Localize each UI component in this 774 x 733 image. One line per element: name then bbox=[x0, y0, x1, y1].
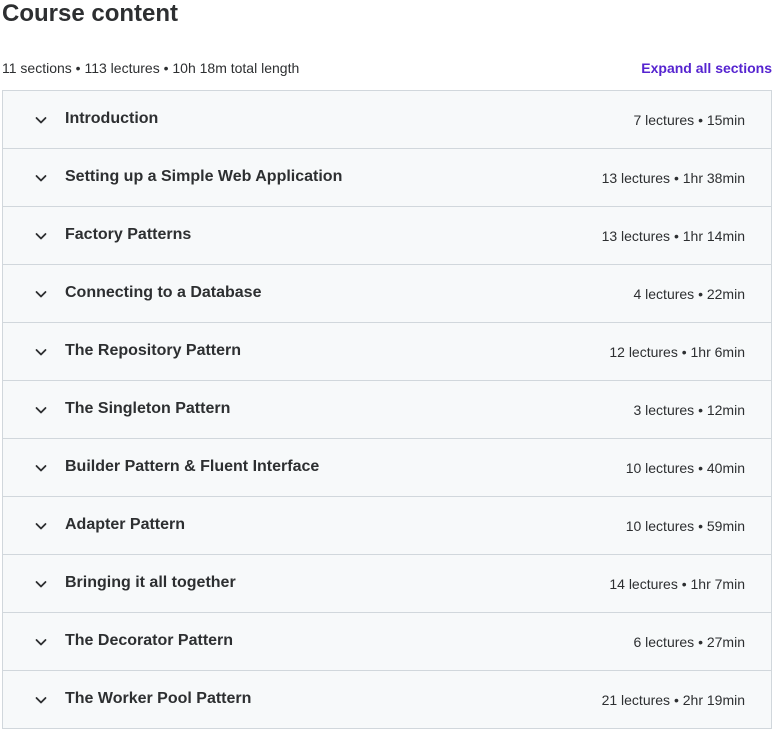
chevron-down-icon bbox=[33, 228, 49, 244]
section-title: Builder Pattern & Fluent Interface bbox=[65, 458, 320, 475]
chevron-down-icon bbox=[33, 344, 49, 360]
section-row[interactable]: Builder Pattern & Fluent Interface 10 lec… bbox=[3, 439, 771, 497]
chevron-down-icon bbox=[33, 112, 49, 128]
section-meta: 13 lectures • 1hr 38min bbox=[601, 170, 745, 186]
section-meta: 12 lectures • 1hr 6min bbox=[609, 344, 745, 360]
section-title: The Singleton Pattern bbox=[65, 400, 231, 417]
section-meta: 14 lectures • 1hr 7min bbox=[609, 576, 745, 592]
section-meta: 21 lectures • 2hr 19min bbox=[601, 692, 745, 708]
chevron-down-icon bbox=[33, 286, 49, 302]
section-row[interactable]: Adapter Pattern 10 lectures • 59min bbox=[3, 497, 771, 555]
chevron-down-icon bbox=[33, 170, 49, 186]
section-row[interactable]: Introduction 7 lectures • 15min bbox=[3, 91, 771, 149]
section-title: The Repository Pattern bbox=[65, 342, 242, 359]
section-title: Introduction bbox=[65, 110, 159, 127]
section-title: Connecting to a Database bbox=[65, 284, 262, 301]
section-list: Introduction 7 lectures • 15min Setting up… bbox=[2, 90, 772, 729]
chevron-down-icon bbox=[33, 402, 49, 418]
chevron-down-icon bbox=[33, 634, 49, 650]
section-row[interactable]: Bringing it all together 14 lectures • 1h… bbox=[3, 555, 771, 613]
section-row[interactable]: Setting up a Simple Web Application 13 le… bbox=[3, 149, 771, 207]
section-row[interactable]: The Worker Pool Pattern 21 lectures • 2hr… bbox=[3, 671, 771, 728]
course-summary: 11 sections • 113 lectures • 10h 18m tot… bbox=[2, 60, 300, 76]
course-summary-row: 11 sections • 113 lectures • 10h 18m tot… bbox=[2, 58, 772, 78]
section-meta: 7 lectures • 15min bbox=[633, 112, 745, 128]
section-title: Bringing it all together bbox=[65, 574, 236, 591]
chevron-down-icon bbox=[33, 518, 49, 534]
section-row[interactable]: Connecting to a Database 4 lectures • 22m… bbox=[3, 265, 771, 323]
section-title: Factory Patterns bbox=[65, 226, 192, 243]
section-meta: 13 lectures • 1hr 14min bbox=[601, 228, 745, 244]
chevron-down-icon bbox=[33, 460, 49, 476]
section-row[interactable]: The Decorator Pattern 6 lectures • 27min bbox=[3, 613, 771, 671]
page-title: Course content bbox=[2, 0, 179, 27]
section-title: Adapter Pattern bbox=[65, 516, 186, 533]
section-row[interactable]: The Singleton Pattern 3 lectures • 12min bbox=[3, 381, 771, 439]
expand-all-button[interactable]: Expand all sections bbox=[641, 58, 772, 78]
section-title: The Worker Pool Pattern bbox=[65, 690, 252, 707]
chevron-down-icon bbox=[33, 692, 49, 708]
section-row[interactable]: The Repository Pattern 12 lectures • 1hr … bbox=[3, 323, 771, 381]
section-row[interactable]: Factory Patterns 13 lectures • 1hr 14min bbox=[3, 207, 771, 265]
section-meta: 6 lectures • 27min bbox=[633, 634, 745, 650]
section-meta: 10 lectures • 40min bbox=[625, 460, 745, 476]
chevron-down-icon bbox=[33, 576, 49, 592]
section-title: Setting up a Simple Web Application bbox=[65, 168, 343, 185]
section-meta: 4 lectures • 22min bbox=[633, 286, 745, 302]
section-meta: 10 lectures • 59min bbox=[625, 518, 745, 534]
section-meta: 3 lectures • 12min bbox=[633, 402, 745, 418]
section-title: The Decorator Pattern bbox=[65, 632, 234, 649]
